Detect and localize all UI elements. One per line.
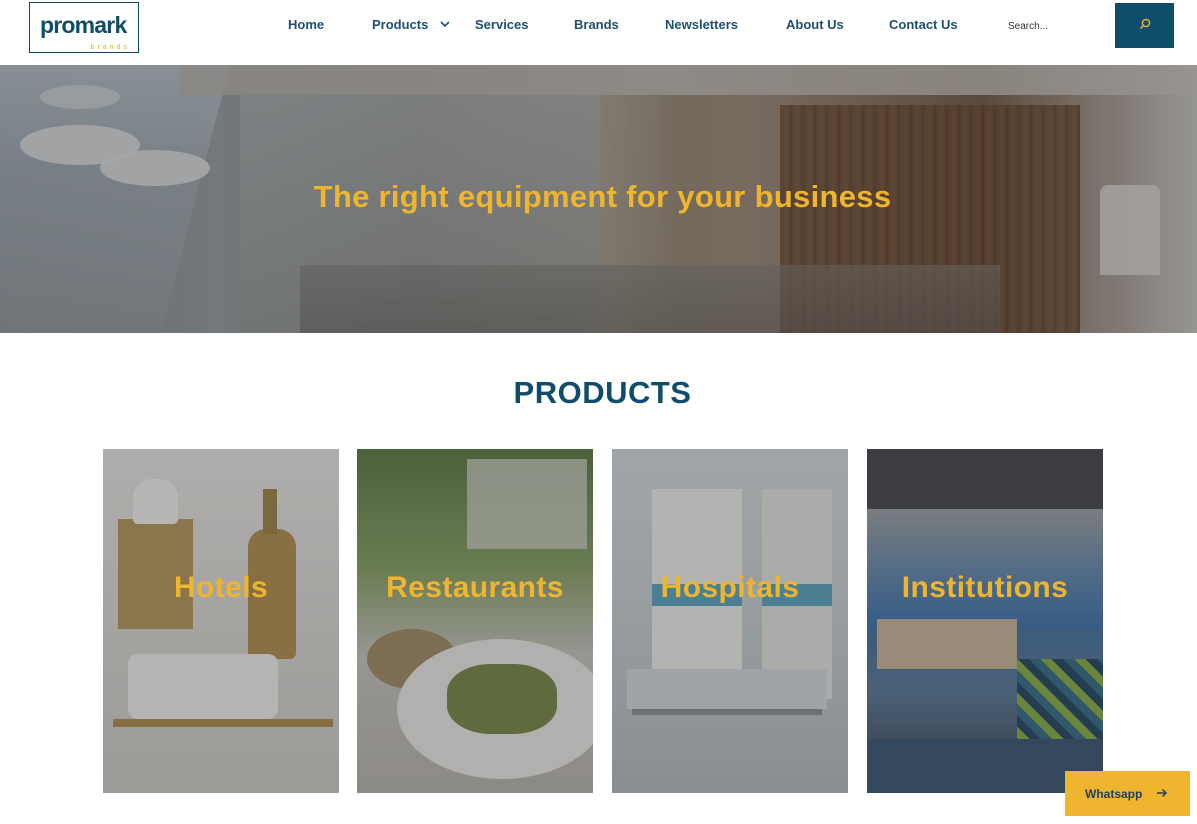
search-icon [1138, 17, 1152, 34]
product-card-label: Restaurants [386, 571, 564, 604]
whatsapp-label: Whatsapp [1085, 786, 1143, 801]
nav-item-brands[interactable]: Brands [574, 17, 619, 32]
product-card-hotels[interactable]: Hotels [103, 449, 339, 793]
brand-logo-name: promark [40, 12, 127, 38]
nav-item-home[interactable]: Home [288, 17, 324, 32]
product-card-label: Institutions [901, 571, 1069, 604]
product-card-restaurants[interactable]: Restaurants [357, 449, 593, 793]
card-overlay [103, 449, 339, 793]
nav-item-services[interactable]: Services [475, 17, 529, 32]
hero-banner: The right equipment for your business [0, 65, 1197, 333]
products-heading: PRODUCTS [513, 375, 692, 410]
product-card-institutions[interactable]: Institutions [867, 449, 1103, 793]
hero-title: The right equipment for your business [313, 179, 892, 214]
brand-logo-tagline: brands [90, 44, 130, 51]
product-card-hospitals[interactable]: Hospitals [612, 449, 848, 793]
card-overlay [867, 449, 1103, 793]
search-button[interactable] [1115, 3, 1174, 48]
site-header: promark brands Home Products Services Br… [0, 0, 1197, 65]
card-overlay [357, 449, 593, 793]
nav-item-about-us[interactable]: About Us [786, 17, 844, 32]
chevron-down-icon[interactable] [440, 17, 450, 31]
nav-item-newsletters[interactable]: Newsletters [665, 17, 738, 32]
nav-item-contact-us[interactable]: Contact Us [889, 17, 958, 32]
arrow-right-icon [1156, 787, 1168, 801]
card-overlay [612, 449, 848, 793]
product-card-label: Hospitals [660, 571, 800, 604]
search-input[interactable] [1000, 14, 1112, 38]
whatsapp-button[interactable]: Whatsapp [1065, 771, 1190, 816]
nav-item-products[interactable]: Products [372, 17, 428, 32]
product-card-label: Hotels [173, 571, 269, 604]
brand-logo[interactable]: promark brands [29, 2, 139, 53]
